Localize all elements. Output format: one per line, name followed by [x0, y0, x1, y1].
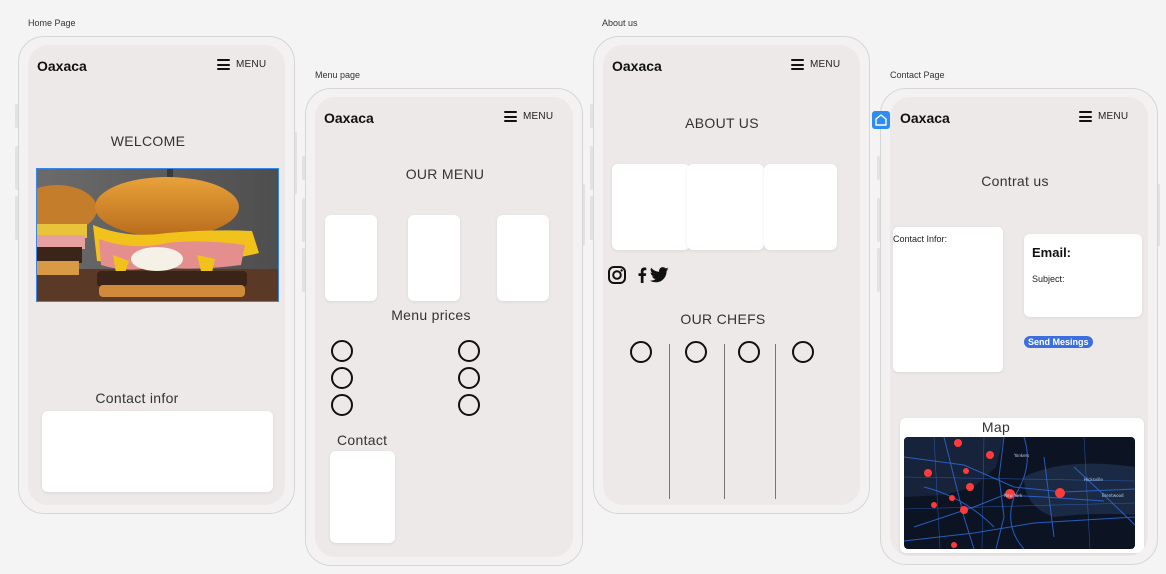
- brand-logo[interactable]: Oaxaca: [37, 58, 87, 74]
- menu-label: MENU: [810, 59, 841, 70]
- menu-button[interactable]: MENU: [504, 111, 553, 122]
- menu-item-card[interactable]: [408, 215, 460, 301]
- welcome-heading: WELCOME: [110, 133, 186, 149]
- menu-screen: Oaxaca MENU OUR MENU Menu prices Contact: [315, 97, 573, 557]
- menu-prices-heading: Menu prices: [391, 307, 471, 323]
- menu-contact-box[interactable]: [330, 451, 395, 543]
- email-form[interactable]: Email: Subject:: [1024, 234, 1142, 317]
- chef-divider: [724, 344, 725, 499]
- contact-info-label: Contact Infor:: [893, 234, 948, 244]
- instagram-icon[interactable]: [608, 266, 626, 284]
- contact-page-frame: Oaxaca MENU Contrat us Contact Infor: Em…: [880, 88, 1158, 565]
- home-screen: Oaxaca MENU WELCOME Contact infor: [28, 45, 285, 505]
- facebook-icon[interactable]: [637, 267, 647, 283]
- about-screen: Oaxaca MENU ABOUT US OUR CHEFS: [603, 45, 860, 505]
- price-radio[interactable]: [458, 340, 480, 362]
- frame-label-contact: Contact Page: [890, 70, 945, 80]
- twitter-icon[interactable]: [649, 267, 669, 283]
- chef-avatar[interactable]: [738, 341, 760, 363]
- email-label: Email:: [1032, 245, 1072, 260]
- hamburger-icon: [1079, 111, 1092, 122]
- svg-text:Brentwood: Brentwood: [1102, 493, 1124, 498]
- menu-button[interactable]: MENU: [791, 59, 840, 70]
- svg-text:Hicksville: Hicksville: [1084, 477, 1103, 482]
- contact-screen: Oaxaca MENU Contrat us Contact Infor: Em…: [890, 97, 1148, 556]
- chef-avatar[interactable]: [630, 341, 652, 363]
- hamburger-icon: [217, 59, 230, 70]
- about-page-frame: Oaxaca MENU ABOUT US OUR CHEFS: [593, 36, 870, 514]
- menu-label: MENU: [236, 59, 267, 70]
- svg-text:New York: New York: [1004, 493, 1023, 498]
- menu-label: MENU: [523, 111, 554, 122]
- home-contact-heading: Contact infor: [95, 390, 179, 406]
- about-card[interactable]: [764, 164, 837, 250]
- frame-label-home: Home Page: [28, 18, 76, 28]
- send-button[interactable]: Send Mesings: [1024, 336, 1093, 348]
- menu-button[interactable]: MENU: [217, 59, 266, 70]
- about-card[interactable]: [612, 164, 690, 250]
- chef-divider: [669, 344, 670, 499]
- menu-item-card[interactable]: [325, 215, 377, 301]
- menu-label: MENU: [1098, 111, 1129, 122]
- price-radio[interactable]: [331, 367, 353, 389]
- our-menu-heading: OUR MENU: [405, 166, 485, 182]
- price-radio[interactable]: [458, 367, 480, 389]
- frame-label-about: About us: [602, 18, 638, 28]
- frame-label-menu: Menu page: [315, 70, 361, 80]
- price-radio[interactable]: [458, 394, 480, 416]
- chef-avatar[interactable]: [792, 341, 814, 363]
- price-radio[interactable]: [331, 340, 353, 362]
- brand-logo[interactable]: Oaxaca: [324, 110, 374, 126]
- menu-item-card[interactable]: [497, 215, 549, 301]
- home-page-frame: Oaxaca MENU WELCOME Contact infor: [18, 36, 295, 514]
- map-card: Map Yonkers New York Hicksville Brentwoo…: [900, 418, 1144, 553]
- hamburger-icon: [504, 111, 517, 122]
- contact-us-heading: Contrat us: [981, 173, 1049, 189]
- svg-text:Yonkers: Yonkers: [1013, 453, 1029, 458]
- menu-page-frame: Oaxaca MENU OUR MENU Menu prices Contact: [305, 88, 583, 566]
- map-heading: Map: [981, 419, 1011, 435]
- home-icon[interactable]: [872, 111, 890, 129]
- about-card[interactable]: [687, 164, 764, 250]
- brand-logo[interactable]: Oaxaca: [612, 58, 662, 74]
- menu-contact-heading: Contact: [337, 432, 388, 448]
- hero-image: [36, 168, 279, 302]
- home-contact-box[interactable]: [42, 411, 273, 492]
- menu-button[interactable]: MENU: [1079, 111, 1128, 122]
- price-radio[interactable]: [331, 394, 353, 416]
- hamburger-icon: [791, 59, 804, 70]
- map-image[interactable]: Yonkers New York Hicksville Brentwood: [904, 437, 1135, 549]
- about-us-heading: ABOUT US: [685, 115, 759, 131]
- our-chefs-heading: OUR CHEFS: [680, 311, 766, 327]
- subject-label: Subject:: [1032, 274, 1065, 284]
- contact-info-box[interactable]: Contact Infor:: [893, 227, 1003, 372]
- chef-avatar[interactable]: [685, 341, 707, 363]
- brand-logo[interactable]: Oaxaca: [900, 110, 950, 126]
- chef-divider: [775, 344, 776, 499]
